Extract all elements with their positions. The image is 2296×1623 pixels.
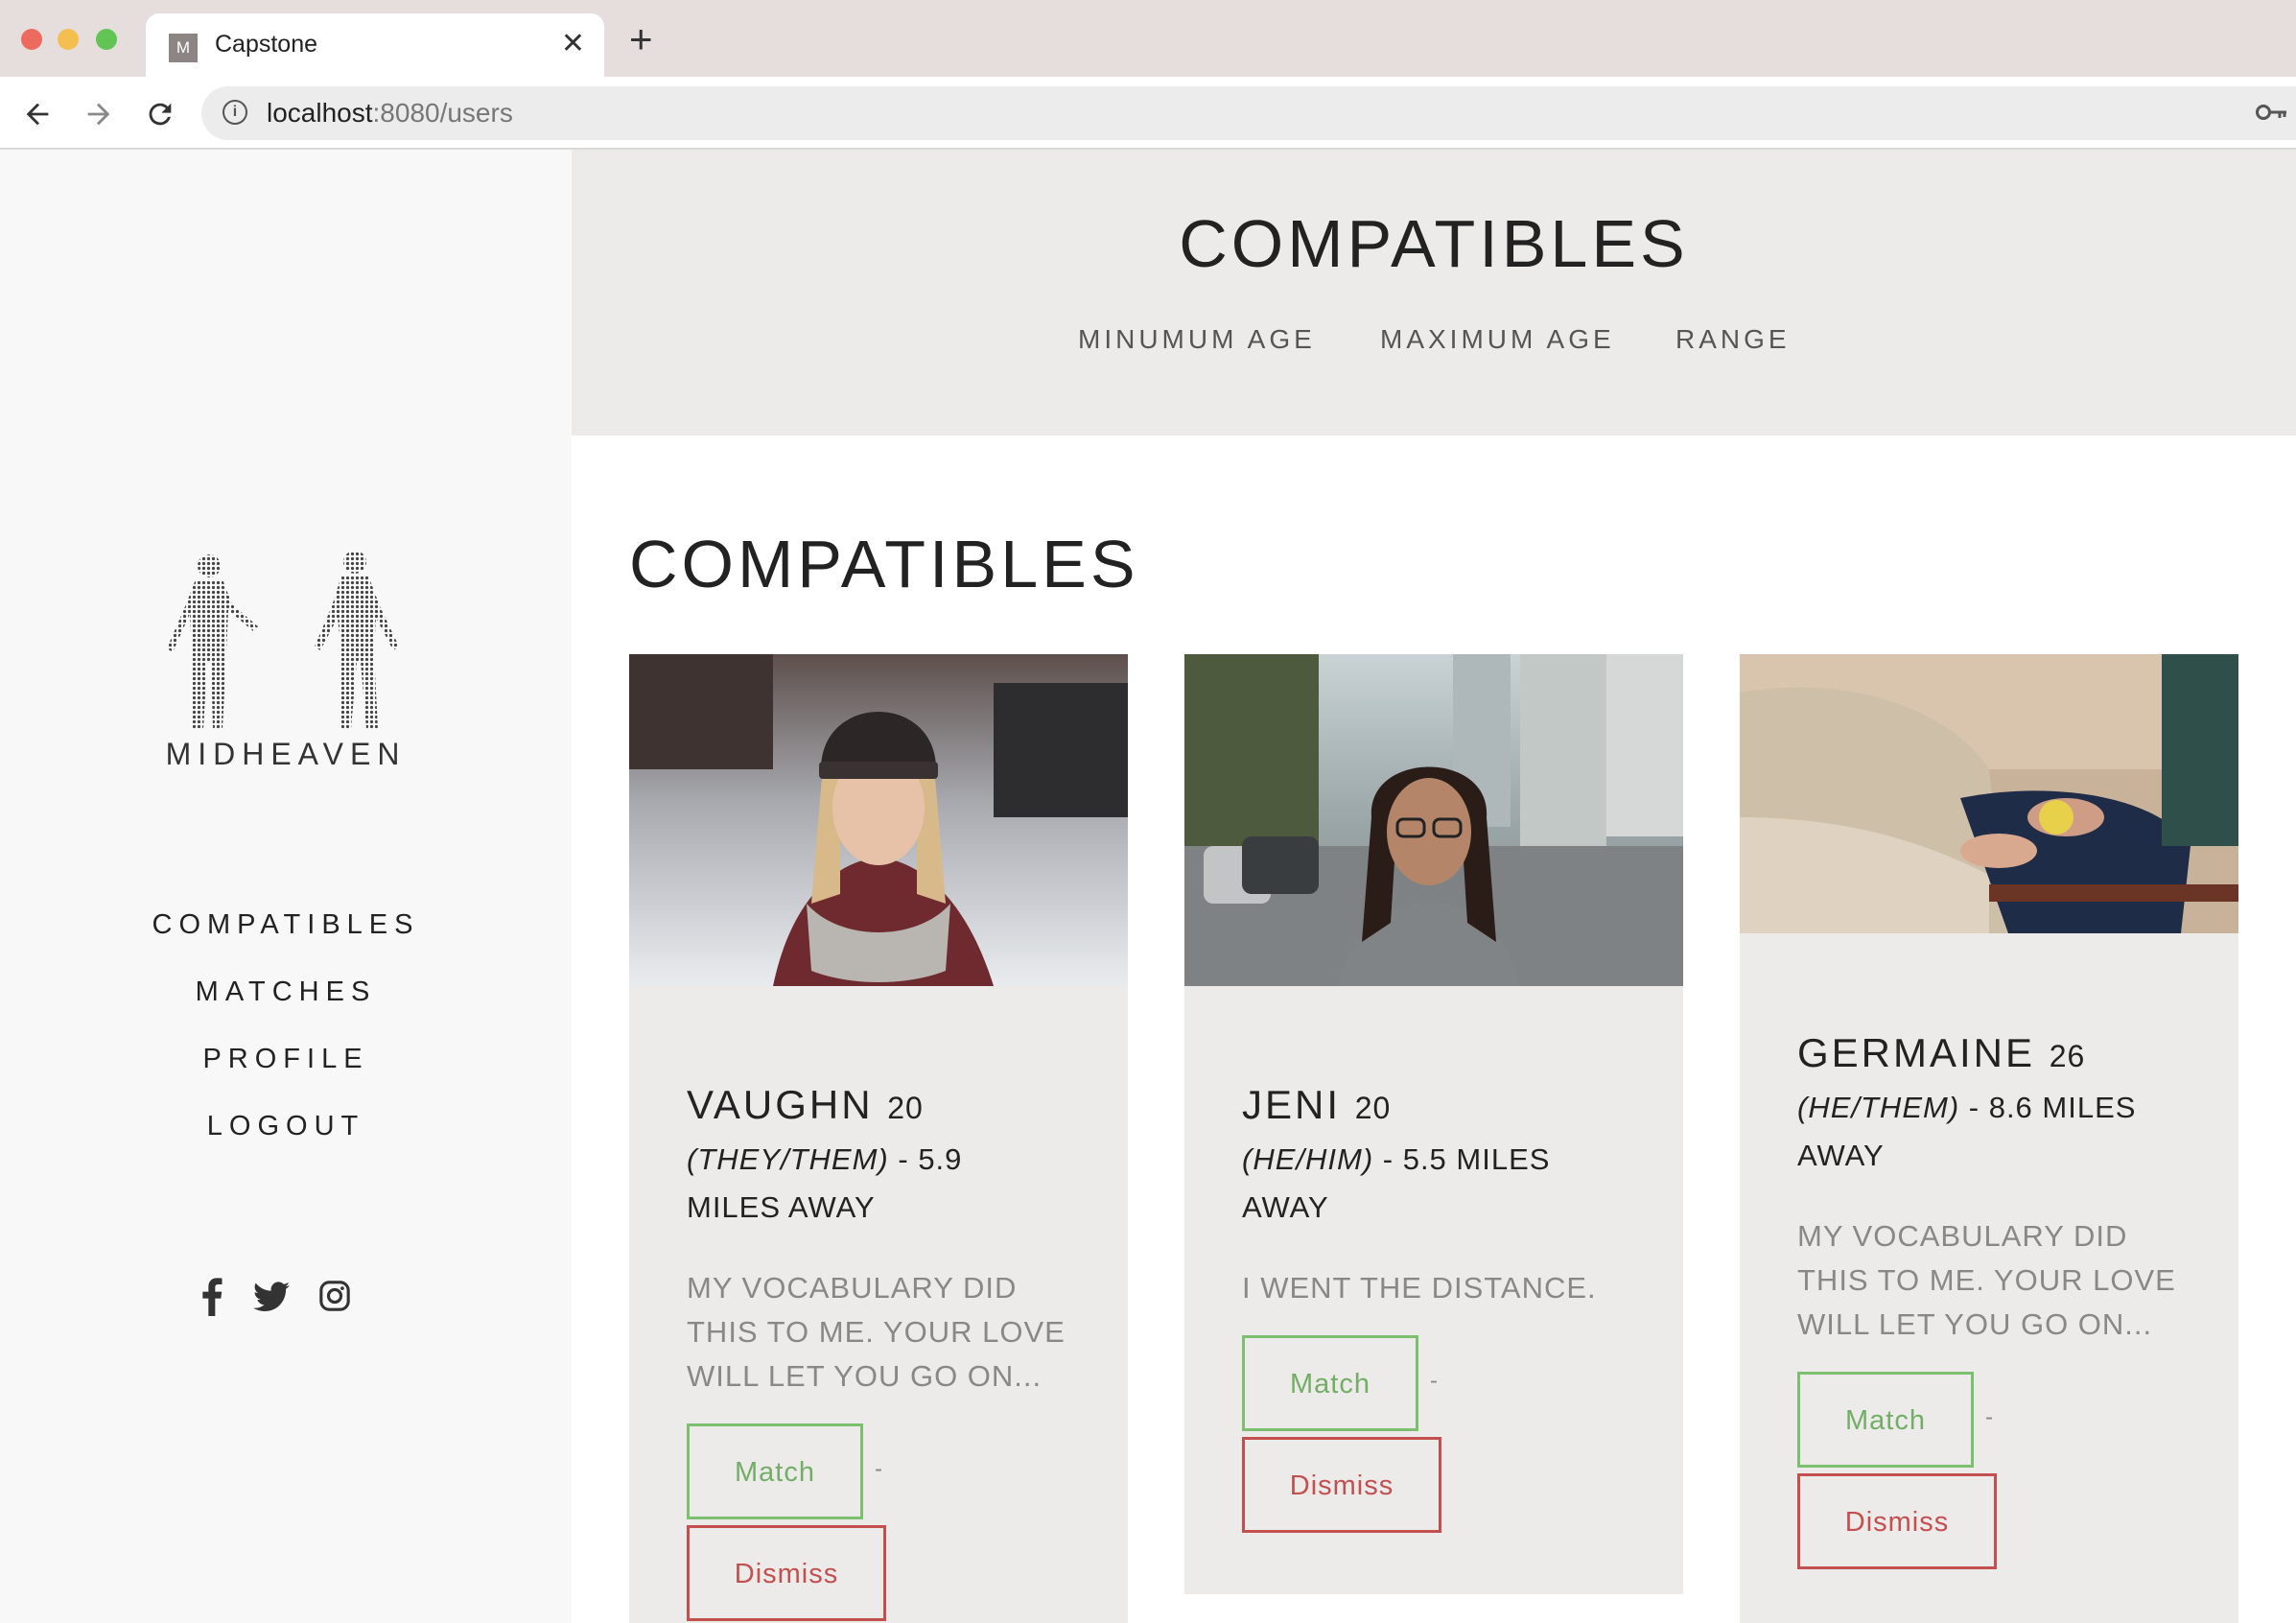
profile-photo — [629, 654, 1128, 986]
match-button[interactable]: Match — [1242, 1335, 1418, 1431]
compatibles-header: COMPATIBLES MINUMUM AGE MAXIMUM AGE RANG… — [572, 150, 2296, 435]
logo-figures-icon — [167, 551, 399, 729]
profile-pronouns: (HE/THEM) — [1797, 1091, 1960, 1124]
profile-pronouns: (HE/HIM) — [1242, 1142, 1374, 1176]
brand-name: MIDHEAVEN — [165, 737, 407, 771]
profile-bio: I WENT THE DISTANCE. — [1242, 1271, 1597, 1305]
instagram-icon[interactable] — [318, 1280, 351, 1312]
profile-photo — [1740, 654, 2238, 933]
info-icon[interactable]: i — [223, 100, 247, 125]
filter-range[interactable]: RANGE — [1675, 324, 1791, 355]
close-window-button[interactable] — [21, 29, 42, 50]
profile-bio: MY VOCABULARY DID THIS TO ME. YOUR LOVE WI… — [687, 1271, 1066, 1393]
profile-pronouns-distance: (HE/THEM) - 8.6 MILES AWAY — [1797, 1084, 2200, 1180]
profile-pronouns-distance: (THEY/THEM) - 5.9 MILES AWAY — [687, 1136, 1089, 1232]
back-arrow-icon[interactable] — [21, 98, 54, 130]
twitter-icon[interactable] — [253, 1282, 290, 1312]
button-separator: - — [1430, 1368, 1438, 1394]
dismiss-button[interactable]: Dismiss — [1797, 1473, 1997, 1569]
nav-matches[interactable]: MATCHES — [0, 976, 572, 1008]
filter-maximum-age[interactable]: MAXIMUM AGE — [1380, 324, 1615, 355]
profile-card-vaughn: VAUGHN 20 (THEY/THEM) - 5.9 MILES AWAY MY… — [629, 654, 1128, 1623]
maximize-window-button[interactable] — [96, 29, 117, 50]
profile-distance-cont: AWAY — [1797, 1139, 1885, 1172]
profile-pronouns: (THEY/THEM) — [687, 1142, 889, 1176]
tab-title: Capstone — [215, 31, 318, 58]
profile-distance-cont: AWAY — [1242, 1190, 1329, 1224]
nav-logout[interactable]: LOGOUT — [0, 1111, 572, 1142]
page-title: COMPATIBLES — [629, 527, 1139, 601]
url-text[interactable]: localhost:8080/users — [267, 98, 513, 129]
address-bar[interactable]: i localhost:8080/users — [201, 86, 2296, 140]
profile-card-germaine: GERMAINE 26 (HE/THEM) - 8.6 MILES AWAY MY… — [1740, 654, 2238, 1623]
profile-pronouns-distance: (HE/HIM) - 5.5 MILES AWAY — [1242, 1136, 1645, 1232]
profile-card-jeni: JENI 20 (HE/HIM) - 5.5 MILES AWAY I WENT … — [1184, 654, 1683, 1594]
profile-age: 20 — [887, 1091, 924, 1125]
profile-distance: - 5.5 MILES — [1373, 1142, 1551, 1176]
favicon-icon: M — [169, 34, 198, 62]
minimize-window-button[interactable] — [58, 29, 79, 50]
match-button[interactable]: Match — [1797, 1372, 1974, 1468]
profile-name: GERMAINE 26 — [1797, 1030, 2086, 1075]
profile-photo — [1184, 654, 1683, 986]
button-separator: - — [1985, 1404, 1993, 1430]
profile-distance-cont: MILES AWAY — [687, 1190, 876, 1224]
browser-tab-bar: M Capstone ✕ + — [0, 0, 2296, 77]
profile-name: VAUGHN 20 — [687, 1082, 924, 1127]
new-tab-button[interactable]: + — [629, 19, 653, 59]
header-title: COMPATIBLES — [1179, 206, 1689, 281]
forward-arrow-icon[interactable] — [82, 98, 115, 130]
sidebar: MIDHEAVEN COMPATIBLES MATCHES PROFILE LO… — [0, 150, 572, 1623]
profile-distance: - 8.6 MILES — [1959, 1091, 2137, 1124]
browser-tab[interactable]: M Capstone ✕ — [146, 13, 604, 77]
match-button[interactable]: Match — [687, 1423, 863, 1519]
profile-age: 26 — [2049, 1039, 2086, 1073]
nav-profile[interactable]: PROFILE — [0, 1044, 572, 1075]
profile-distance: - 5.9 — [888, 1142, 963, 1176]
key-icon[interactable] — [2256, 102, 2288, 123]
facebook-icon[interactable] — [199, 1278, 224, 1316]
nav-compatibles[interactable]: COMPATIBLES — [0, 909, 572, 941]
profile-bio: MY VOCABULARY DID THIS TO ME. YOUR LOVE WI… — [1797, 1219, 2176, 1341]
close-tab-icon[interactable]: ✕ — [561, 27, 585, 60]
dismiss-button[interactable]: Dismiss — [1242, 1437, 1441, 1533]
profile-name: JENI 20 — [1242, 1082, 1392, 1127]
dismiss-button[interactable]: Dismiss — [687, 1525, 886, 1621]
reload-icon[interactable] — [144, 98, 176, 130]
filter-minimum-age[interactable]: MINUMUM AGE — [1078, 324, 1316, 355]
browser-toolbar: i localhost:8080/users — [0, 77, 2296, 150]
button-separator: - — [875, 1456, 882, 1482]
profile-age: 20 — [1354, 1091, 1392, 1125]
